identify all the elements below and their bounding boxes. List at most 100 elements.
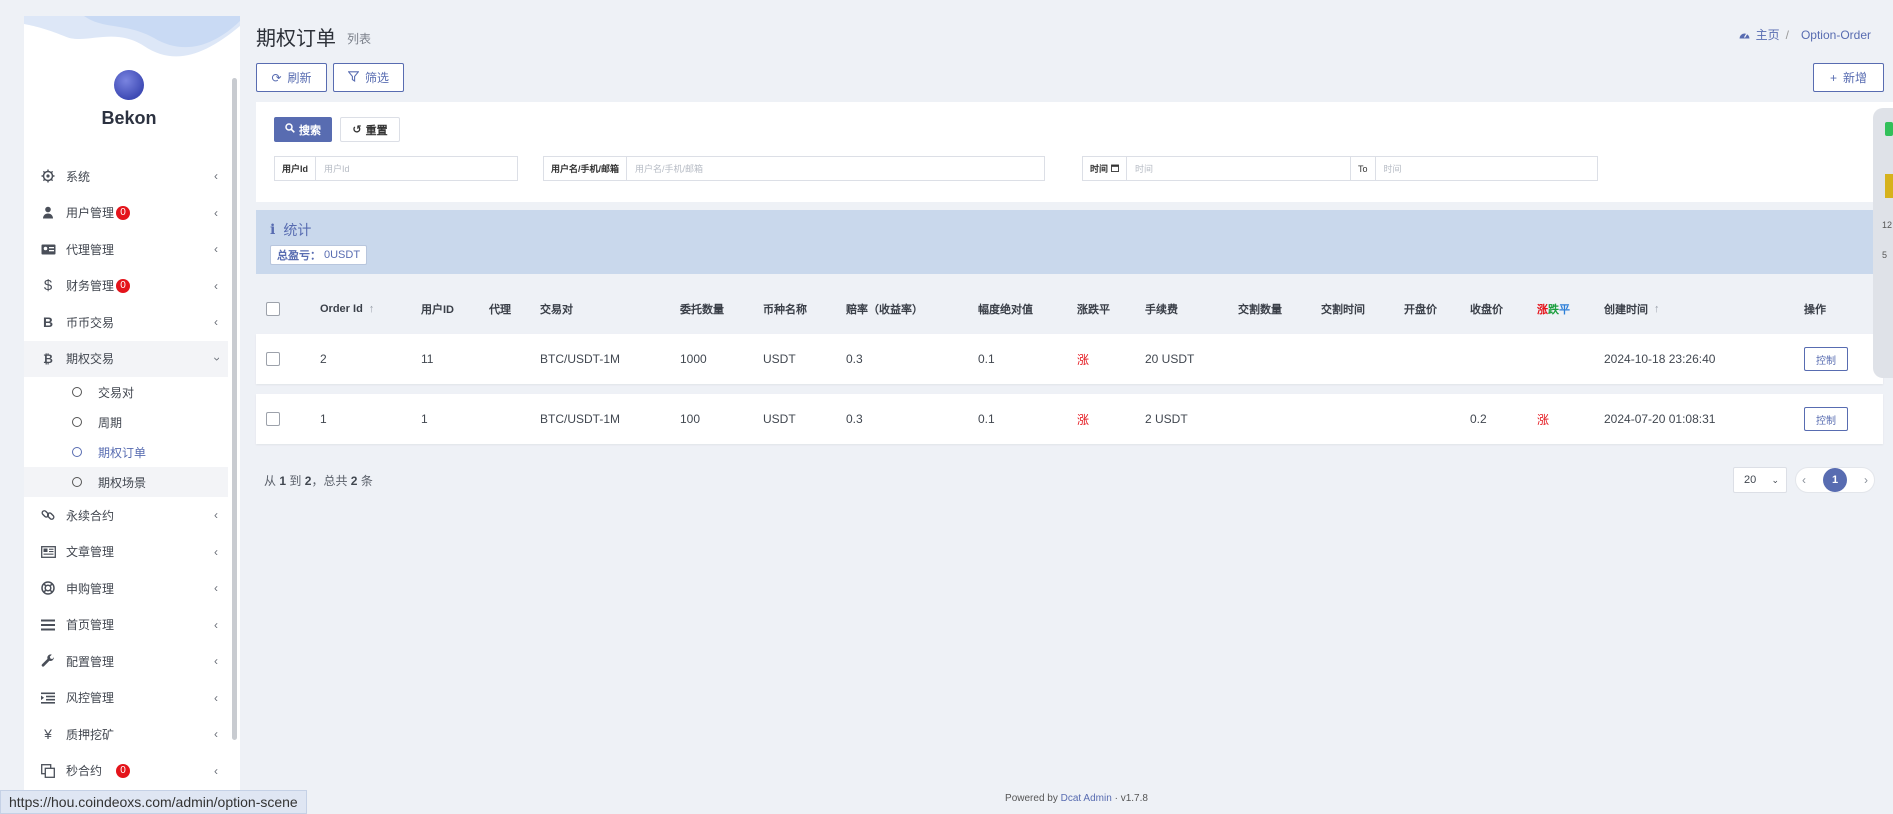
sidebar-item-risk[interactable]: 风控管理 ‹ (24, 680, 228, 717)
sidebar-subitem-periods[interactable]: 周期 (24, 407, 228, 437)
sidebar-subitem-label: 期权场景 (98, 475, 147, 490)
chevron-left-icon: ‹ (214, 315, 218, 330)
row-checkbox[interactable] (266, 412, 280, 426)
sidebar-item-config[interactable]: 配置管理 ‹ (24, 643, 228, 680)
reset-button[interactable]: ↺ 重置 (340, 117, 400, 142)
sidebar-item-label: 币币交易 (66, 315, 115, 330)
cell-actions: 控制 (1804, 334, 1848, 384)
list-icon (40, 617, 56, 633)
sidebar-item-options-trading[interactable]: ₿ 期权交易 ‹ (24, 340, 228, 377)
breadcrumb: 主页 / Option-Order (1739, 26, 1871, 43)
column-label: 委托数量 (680, 304, 724, 316)
sidebar-scrollbar[interactable] (232, 78, 237, 740)
create-button[interactable]: + 新增 (1813, 63, 1884, 92)
pager: ‹ 1 › (1795, 467, 1875, 493)
cell-order-id: 1 (320, 412, 327, 426)
breadcrumb-current: Option-Order (1800, 27, 1871, 42)
sidebar-item-label: 文章管理 (66, 545, 115, 560)
column-created-at[interactable]: 创建时间 ↑ (1604, 290, 1660, 328)
control-button[interactable]: 控制 (1804, 407, 1848, 431)
sort-icon[interactable]: ↑ (369, 303, 375, 315)
filter-button[interactable]: 筛选 (333, 63, 404, 92)
breadcrumb-home-link[interactable]: 主页 (1756, 26, 1780, 43)
sidebar-subitem-option-scenes[interactable]: 期权场景 (24, 467, 228, 497)
row-checkbox[interactable] (266, 352, 280, 366)
page-size-value: 20 (1744, 474, 1757, 486)
chevron-left-icon: ‹ (214, 654, 218, 669)
sort-icon[interactable]: ↑ (1654, 303, 1660, 315)
sidebar-item-staking[interactable]: ¥ 质押挖矿 ‹ (24, 716, 228, 753)
cell-close-price: 0.2 (1470, 412, 1487, 426)
chevron-left-icon: ‹ (214, 617, 218, 632)
column-order-id[interactable]: Order Id ↑ (320, 290, 374, 328)
time-to-label: To (1350, 157, 1376, 180)
chevron-left-icon: ‹ (214, 544, 218, 559)
column-label: 创建时间 (1604, 304, 1648, 316)
sidebar-menu: 系统 ‹ 用户管理 0 ‹ 代理管理 ‹ $ 财务管理 0 ‹ B 币币交易 ‹… (24, 158, 228, 789)
time-from-input[interactable]: 时间 (1127, 157, 1350, 180)
widget-status-indicator (1885, 122, 1893, 136)
prev-page-button[interactable]: ‹ (1802, 473, 1806, 487)
cell-pair: BTC/USDT-1M (540, 352, 621, 366)
account-input[interactable]: 用户名/手机/邮箱 (627, 157, 1044, 180)
user-id-filter: 用户Id 用户Id (274, 156, 518, 181)
next-page-button[interactable]: › (1864, 473, 1868, 487)
circle-icon (72, 387, 82, 397)
sidebar-item-second-contract[interactable]: 秒合约 0 ‹ (24, 753, 228, 790)
refresh-button-label: 刷新 (287, 71, 312, 85)
filter-icon (347, 70, 360, 85)
notification-badge: 0 (116, 205, 131, 220)
cell-amount: 100 (680, 412, 701, 426)
control-button[interactable]: 控制 (1804, 347, 1848, 371)
notification-badge: 0 (116, 763, 131, 778)
filter-panel: 搜索 ↺ 重置 用户Id 用户Id 用户名/手机/邮箱 用户名/手机/邮箱 时间… (256, 102, 1893, 202)
floating-side-widget[interactable]: 12 5 (1873, 108, 1893, 378)
select-all-checkbox[interactable] (266, 302, 280, 316)
column-label-down: 跌 (1548, 304, 1559, 316)
sidebar-item-finance[interactable]: $ 财务管理 0 ‹ (24, 268, 228, 305)
sidebar-item-perpetual[interactable]: 永续合约 ‹ (24, 497, 228, 534)
column-label: 操作 (1804, 304, 1826, 316)
stats-panel: i 统计 总盈亏： 0USDT (256, 210, 1893, 274)
widget-value: 12 (1882, 220, 1893, 230)
column-fee: 手续费 (1145, 290, 1178, 328)
sidebar-item-agents[interactable]: 代理管理 ‹ (24, 231, 228, 268)
cell-order-id: 2 (320, 352, 327, 366)
total-pnl-value: 0USDT (324, 249, 361, 261)
column-agent: 代理 (489, 290, 511, 328)
column-delivery-amount: 交割数量 (1238, 290, 1282, 328)
cell-odds: 0.3 (846, 352, 863, 366)
account-filter: 用户名/手机/邮箱 用户名/手机/邮箱 (543, 156, 1045, 181)
cell-amount: 1000 (680, 352, 707, 366)
column-label: 开盘价 (1404, 304, 1437, 316)
cell-direction: 涨 (1077, 412, 1090, 427)
cell-range: 0.1 (978, 412, 995, 426)
column-label: 币种名称 (763, 304, 807, 316)
footer-link[interactable]: Dcat Admin (1061, 793, 1112, 804)
search-button[interactable]: 搜索 (274, 117, 332, 142)
page-size-select[interactable]: 20 ⌄ (1733, 467, 1787, 493)
sidebar-item-homepage[interactable]: 首页管理 ‹ (24, 607, 228, 644)
sidebar-subitem-pairs[interactable]: 交易对 (24, 377, 228, 407)
column-label: 代理 (489, 304, 511, 316)
sidebar-item-system[interactable]: 系统 ‹ (24, 158, 228, 195)
summary-text: 到 (289, 474, 302, 488)
time-to-input[interactable]: 时间 (1376, 157, 1597, 180)
refresh-button[interactable]: ⟳ 刷新 (256, 63, 327, 92)
page-subtitle: 列表 (347, 32, 372, 46)
sidebar-item-subscriptions[interactable]: 申购管理 ‹ (24, 570, 228, 607)
column-label: 收盘价 (1470, 304, 1503, 316)
user-id-input[interactable]: 用户Id (316, 157, 517, 180)
brand-name: Bekon (101, 108, 157, 128)
sidebar-item-users[interactable]: 用户管理 0 ‹ (24, 195, 228, 232)
page-button-current[interactable]: 1 (1823, 468, 1847, 492)
wrench-icon (40, 653, 56, 669)
id-card-icon (40, 241, 56, 257)
sidebar-subitem-option-orders[interactable]: 期权订单 (24, 437, 228, 467)
sidebar-item-spot-trading[interactable]: B 币币交易 ‹ (24, 304, 228, 341)
dollar-icon: $ (43, 277, 53, 295)
column-close-price: 收盘价 (1470, 290, 1503, 328)
column-label: 用户ID (421, 304, 454, 316)
sidebar-item-articles[interactable]: 文章管理 ‹ (24, 534, 228, 571)
brand[interactable]: Bekon (24, 52, 234, 129)
